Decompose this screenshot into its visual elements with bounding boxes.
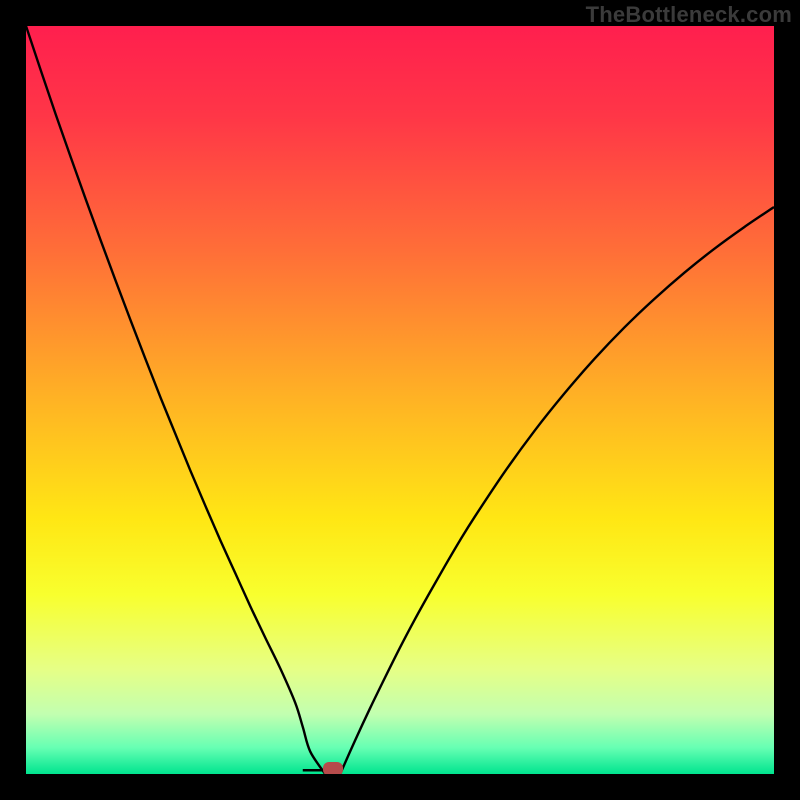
chart-svg [26, 26, 774, 774]
watermark-text: TheBottleneck.com [586, 2, 792, 28]
gradient-background-rect [26, 26, 774, 774]
chart-frame: TheBottleneck.com [0, 0, 800, 800]
plot-area [26, 26, 774, 774]
minimum-marker [323, 762, 343, 774]
